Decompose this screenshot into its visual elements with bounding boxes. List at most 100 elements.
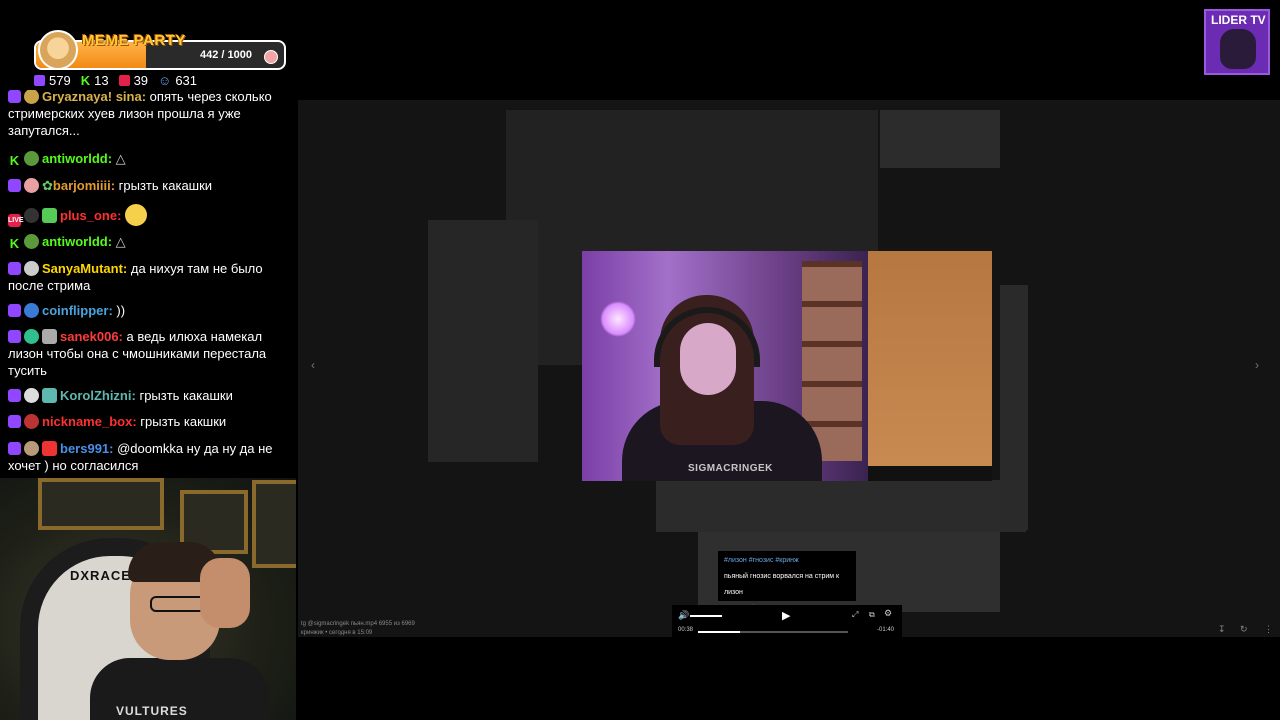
chat-username: KorolZhizni: <box>60 388 136 403</box>
more-icon[interactable]: ⋮ <box>1264 624 1273 635</box>
emote-icon: △ <box>115 151 126 166</box>
chat-username: coinflipper: <box>42 303 113 318</box>
stat-twitch-value: 579 <box>49 72 71 88</box>
stat-kick: K 13 <box>81 73 109 88</box>
chat-text: грызть какшки <box>140 414 227 429</box>
download-icon[interactable]: ↧ <box>1218 624 1226 635</box>
pig-icon <box>264 50 278 64</box>
chat-message: Kantiworldd: △ <box>8 233 290 250</box>
avatar <box>24 388 39 403</box>
vk-live-icon: LIVE <box>8 214 24 227</box>
streamer-webcam: DXRACER VULTURES <box>0 478 296 720</box>
doge-icon <box>38 30 78 70</box>
video-door <box>868 251 992 466</box>
chat-message: sanek006: а ведь илюха намекал лизон что… <box>8 328 290 379</box>
avatar <box>24 303 39 318</box>
chat-message: Kantiworldd: △ <box>8 150 290 167</box>
twitch-icon <box>8 262 21 275</box>
settings-icon[interactable]: ⚙ <box>884 608 892 619</box>
chat-message: nickname_box: грызть какшки <box>8 413 290 430</box>
time-current: 00:38 <box>678 627 694 633</box>
avatar <box>24 414 39 429</box>
stat-kick-value: 13 <box>94 72 109 88</box>
chat-text: )) <box>116 303 126 318</box>
twitch-icon <box>8 389 21 402</box>
vk-live-icon <box>118 74 130 86</box>
stat-twitch: 579 <box>34 73 71 88</box>
fullscreen-icon[interactable]: ⤢ <box>852 610 858 620</box>
stat-total: ☺ 631 <box>158 73 197 88</box>
chat-message: coinflipper: )) <box>8 302 290 319</box>
sprout-badge-icon: ✿ <box>42 178 53 193</box>
caption-title: пьяный гнозис ворвался на стрим к лизон <box>724 573 840 596</box>
next-arrow-icon[interactable]: › <box>1255 358 1259 372</box>
channel-logo-text: LIDER TV <box>1211 13 1266 27</box>
badge-icon <box>42 208 57 223</box>
chat-text: грызть какашки <box>139 388 233 403</box>
twitch-icon <box>8 415 21 428</box>
caption-tags[interactable]: #лизон #гнозис #кринж <box>724 553 850 569</box>
picture-frame <box>38 478 164 530</box>
stat-vk: 39 <box>118 72 149 88</box>
rotate-icon[interactable]: ↻ <box>1240 624 1248 635</box>
streamer-hand <box>200 558 250 628</box>
stat-vk-value: 39 <box>133 72 149 88</box>
twitch-icon <box>8 442 21 455</box>
avatar <box>24 234 39 249</box>
user-icon: ☺ <box>158 72 172 88</box>
stat-total-value: 631 <box>175 72 198 88</box>
kick-icon: K <box>80 72 91 88</box>
badge-icon <box>42 388 57 403</box>
progress-fill <box>698 631 740 633</box>
shirt-print: VULTURES <box>116 704 188 718</box>
post-caption: #лизон #гнозис #кринж пьяный гнозис ворв… <box>718 551 856 612</box>
video-player[interactable]: SIGMACRINGEK <box>582 251 992 481</box>
avatar <box>24 441 39 456</box>
volume-slider[interactable] <box>690 615 722 617</box>
chat-username: plus_one: <box>60 208 122 223</box>
emoji-icon <box>125 204 148 226</box>
video-lamp <box>600 301 636 337</box>
chat-username: barjomiiii: <box>52 178 116 193</box>
kick-icon: K <box>9 153 20 168</box>
twitch-icon <box>8 179 21 192</box>
avatar <box>24 90 39 104</box>
chat-username: antiworldd: <box>42 234 113 249</box>
twitch-icon <box>8 304 21 317</box>
chat-username: Gryaznaya! sina: <box>42 90 147 104</box>
chat-message: KorolZhizni: грызть какашки <box>8 387 290 404</box>
progress-bar[interactable] <box>698 631 848 633</box>
picture-frame <box>252 480 296 568</box>
avatar <box>24 329 39 344</box>
chat-message: bers991: @doomkka ну да ну да не хочет )… <box>8 440 290 474</box>
meme-party-title: MEME PARTY <box>82 32 186 49</box>
viewer-stats: 579 K 13 39 ☺ 631 <box>34 72 197 88</box>
post-meta-line1: tg @sigmacringek пьян.mp4 6955 из 6969 <box>301 621 415 627</box>
avatar <box>24 208 39 223</box>
chat-message: SanyaMutant: да нихуя там не было после … <box>8 260 290 294</box>
pip-icon[interactable]: ⧉ <box>869 610 875 620</box>
post-meta-line2: кринжик • сегодня в 15:09 <box>301 630 373 636</box>
avatar <box>24 178 39 193</box>
twitch-icon <box>34 74 45 86</box>
play-icon[interactable]: ▶ <box>782 609 790 622</box>
volume-icon[interactable]: 🔊 <box>678 610 689 621</box>
chat-username: nickname_box: <box>42 414 137 429</box>
chat-username: bers991: <box>60 441 114 456</box>
twitch-icon <box>8 330 21 343</box>
video-letterbox <box>868 466 992 481</box>
channel-logo: LIDER TV <box>1204 9 1270 75</box>
emote-icon: △ <box>115 234 126 249</box>
chat-username: antiworldd: <box>42 151 113 166</box>
chat-message: LIVE plus_one: <box>8 204 290 227</box>
kick-icon: K <box>9 236 20 251</box>
chat-message: ✿barjomiiii: грызть какашки <box>8 177 290 194</box>
prev-arrow-icon[interactable]: ‹ <box>311 358 315 372</box>
logo-face <box>1220 29 1256 69</box>
chat-username: sanek006: <box>60 329 123 344</box>
chat-message: Gryaznaya! sina: опять через сколько стр… <box>8 90 290 139</box>
badge-icon <box>42 441 57 456</box>
twitch-icon <box>8 90 21 103</box>
background-page <box>1000 285 1028 530</box>
meme-progress-count: 442 / 1000 <box>200 49 252 61</box>
